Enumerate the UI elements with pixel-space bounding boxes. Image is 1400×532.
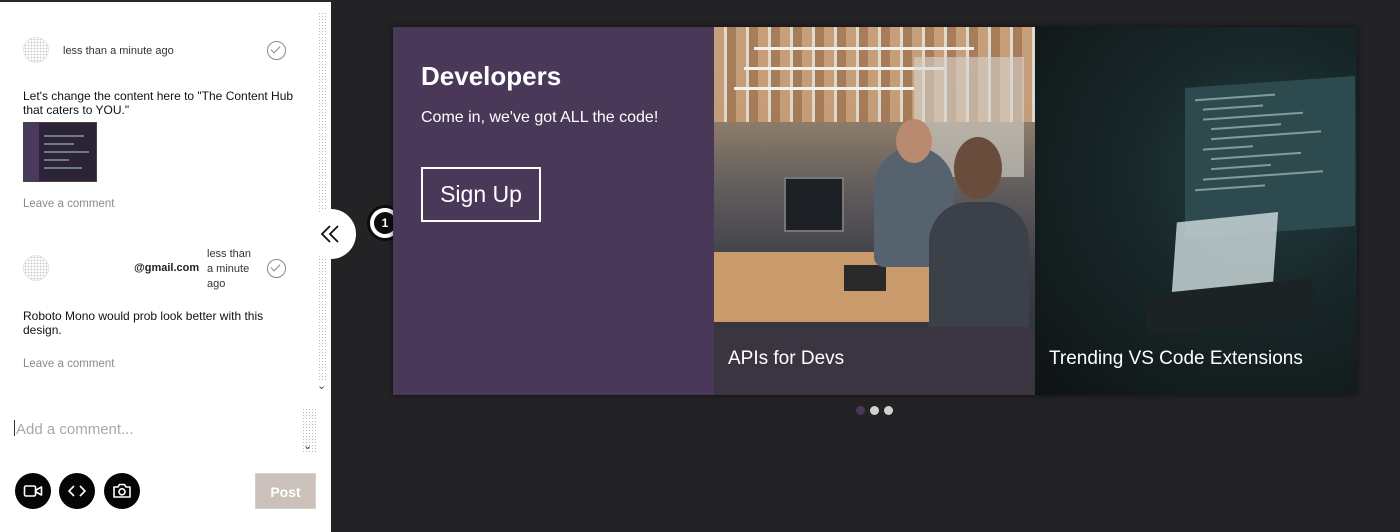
code-button[interactable] — [59, 473, 95, 509]
leave-comment-link[interactable]: Leave a comment — [23, 198, 114, 210]
carousel-dot[interactable] — [856, 406, 865, 415]
hero-subtitle: Come in, we've got ALL the code! — [421, 109, 659, 126]
comment-text: Let's change the content here to "The Co… — [23, 89, 294, 117]
comment-timestamp-line: less than — [207, 248, 252, 260]
comment-panel: less than a minute ago Let's change the … — [0, 0, 331, 532]
scroll-down-arrow-icon[interactable]: ⌄ — [303, 439, 312, 452]
avatar — [23, 37, 49, 63]
double-chevron-left-icon — [320, 225, 339, 243]
resolve-check-icon[interactable] — [267, 41, 286, 60]
post-button[interactable]: Post — [255, 473, 316, 509]
sign-up-button[interactable]: Sign Up — [421, 167, 541, 222]
comment-timestamp-line: ago — [207, 278, 226, 290]
attachment-thumbnail[interactable] — [23, 122, 97, 182]
leave-comment-link[interactable]: Leave a comment — [23, 358, 114, 370]
code-icon — [67, 485, 87, 497]
scroll-down-arrow-icon[interactable]: ⌄ — [317, 379, 326, 392]
comment-list[interactable]: less than a minute ago Let's change the … — [0, 4, 331, 394]
comment-author-email: @gmail.com — [134, 262, 200, 274]
comment-timestamp-line: a minute — [207, 263, 250, 275]
hero-title: Developers — [421, 61, 562, 91]
resolve-check-icon[interactable] — [267, 259, 286, 278]
carousel-dot[interactable] — [884, 406, 893, 415]
apis-for-devs-tile[interactable]: APIs for Devs — [714, 27, 1035, 395]
video-icon — [23, 485, 43, 497]
camera-icon — [113, 483, 131, 498]
trending-vs-code-extensions-tile[interactable]: Trending VS Code Extensions — [1035, 27, 1357, 395]
camera-button[interactable] — [104, 473, 140, 509]
comment-input-placeholder: Add a comment... — [16, 421, 134, 438]
comment-input-scrollbar[interactable]: ⌄ — [302, 408, 316, 452]
comment-input[interactable]: Add a comment... — [12, 410, 302, 450]
comment-timestamp: less than a minute ago — [63, 45, 174, 57]
comment-text: Roboto Mono would prob look better with … — [23, 309, 264, 337]
tile-label: Trending VS Code Extensions — [1049, 348, 1303, 369]
comment-list-scrollbar[interactable]: ⌄ — [315, 12, 331, 392]
hero-intro-tile: Developers Come in, we've got ALL the co… — [393, 27, 714, 395]
video-button[interactable] — [15, 473, 51, 509]
tile-label: APIs for Devs — [728, 348, 845, 369]
collapse-panel-button[interactable] — [306, 209, 356, 259]
avatar — [23, 255, 49, 281]
hero-carousel: Developers Come in, we've got ALL the co… — [393, 27, 1357, 395]
carousel-dot[interactable] — [870, 406, 879, 415]
